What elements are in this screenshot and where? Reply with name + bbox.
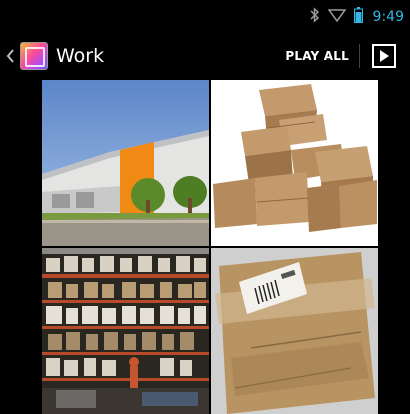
bluetooth-icon (310, 6, 320, 27)
status-bar: 9:49 (0, 0, 410, 33)
play-button[interactable] (372, 44, 396, 68)
play-all-button[interactable]: PLAY ALL (275, 49, 359, 63)
back-chevron-icon (6, 46, 16, 66)
photo-shipping-package[interactable] (211, 248, 378, 414)
album-icon (20, 42, 48, 70)
action-divider (359, 44, 360, 68)
photo-warehouse-building[interactable] (42, 80, 209, 246)
status-time: 9:49 (372, 8, 404, 25)
photo-grid (42, 80, 378, 414)
photo-warehouse-shelves[interactable] (42, 248, 209, 414)
battery-icon (353, 6, 363, 27)
action-bar: Work PLAY ALL (0, 33, 410, 79)
album-title: Work (56, 45, 105, 67)
photo-stacked-boxes[interactable] (211, 80, 378, 246)
status-icons: 9:49 (310, 6, 404, 27)
up-button[interactable] (6, 42, 48, 70)
wifi-icon (327, 7, 347, 26)
play-icon (379, 47, 389, 66)
